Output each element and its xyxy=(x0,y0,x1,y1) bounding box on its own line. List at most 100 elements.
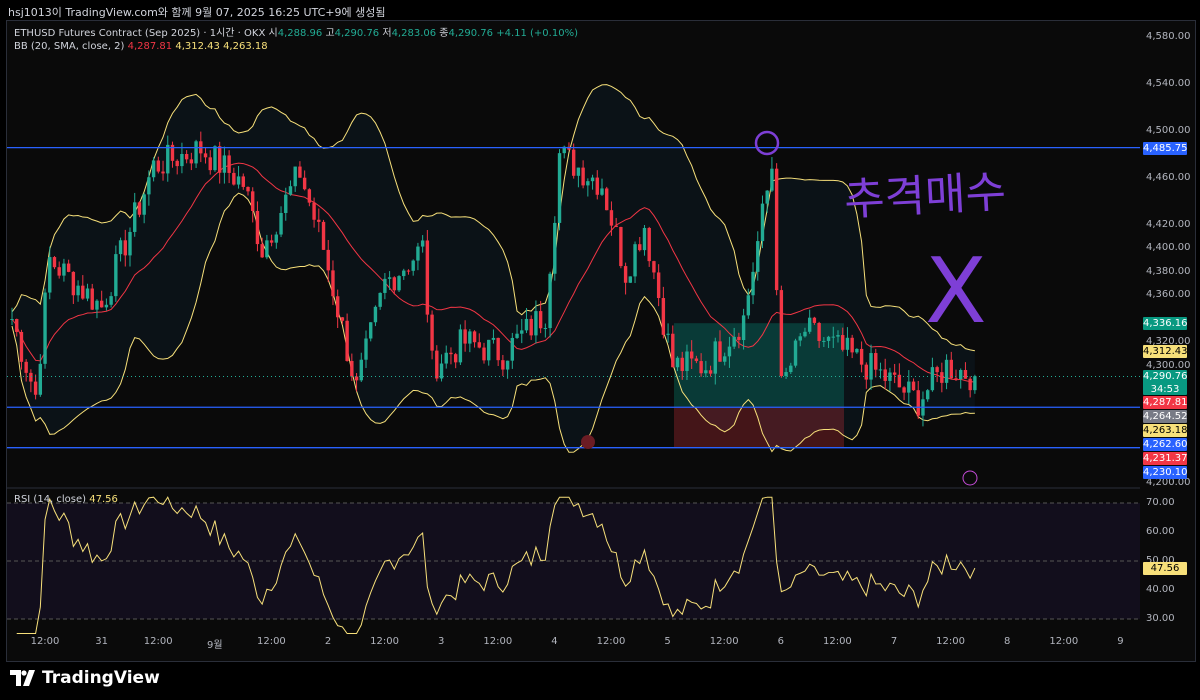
candle-body xyxy=(770,168,774,191)
candle-body xyxy=(614,225,618,227)
candle-body xyxy=(430,314,434,351)
low-label: 저 xyxy=(382,28,392,39)
candle-body xyxy=(902,387,906,393)
candle-body xyxy=(623,266,628,283)
price-chart[interactable]: 추격매수 X xyxy=(0,0,1200,700)
rsi-legend[interactable]: RSI (14, close) 47.56 xyxy=(14,494,118,505)
event-marker xyxy=(581,435,595,449)
price-axis-label: 4,500.00 xyxy=(1146,124,1191,136)
candle-body xyxy=(628,276,633,283)
rsi-label: RSI (14, close) xyxy=(14,494,87,505)
candle-body xyxy=(194,141,198,164)
candle-body xyxy=(973,376,977,391)
candle-body xyxy=(260,244,264,258)
candle-body xyxy=(373,306,378,323)
candle-body xyxy=(609,210,614,226)
candle-body xyxy=(52,257,57,268)
candle-body xyxy=(482,347,486,361)
candle-body xyxy=(350,360,354,377)
price-axis-label: 4,420.00 xyxy=(1146,218,1191,230)
candle-body xyxy=(29,372,33,382)
rsi-axis-label: 60.00 xyxy=(1146,526,1175,537)
time-axis-label: 12:00 xyxy=(709,636,739,647)
candle-body xyxy=(57,267,61,276)
rsi-value: 47.56 xyxy=(89,494,118,505)
candle-body xyxy=(496,337,500,361)
candle-body xyxy=(118,240,123,255)
rsi-axis-label: 30.00 xyxy=(1146,613,1175,624)
candle-body xyxy=(288,186,293,195)
tradingview-logo[interactable]: TradingView xyxy=(10,668,160,688)
chart-legend: ETHUSD Futures Contract (Sep 2025) · 1시간… xyxy=(14,27,578,53)
time-axis-label: 12:00 xyxy=(1049,636,1079,647)
candle-body xyxy=(666,333,670,335)
candle-body xyxy=(383,278,387,293)
candle-body xyxy=(345,320,349,361)
candle-body xyxy=(892,372,897,375)
time-axis-label: 9월 xyxy=(207,640,223,651)
time-axis-label: 12:00 xyxy=(483,636,513,647)
candle-body xyxy=(317,219,321,222)
candle-body xyxy=(217,146,222,173)
candle-body xyxy=(326,249,330,271)
candle-body xyxy=(822,340,826,342)
time-axis-label: 9 xyxy=(1117,636,1124,647)
price-axis-label: 4,580.00 xyxy=(1146,31,1191,42)
candle-body xyxy=(161,171,165,174)
bb-label[interactable]: BB (20, SMA, close, 2) xyxy=(14,41,124,52)
candle-body xyxy=(911,381,916,391)
candle-body xyxy=(166,144,170,174)
price-axis-label: 4,460.00 xyxy=(1146,171,1191,183)
candle-body xyxy=(581,167,585,186)
candle-body xyxy=(590,177,595,182)
candle-body xyxy=(718,341,722,362)
candle-body xyxy=(255,210,260,245)
candle-body xyxy=(71,271,76,296)
candle-body xyxy=(557,153,562,223)
candle-body xyxy=(916,390,920,416)
candle-body xyxy=(487,339,491,361)
candle-body xyxy=(874,353,878,370)
candle-body xyxy=(425,240,430,315)
candle-body xyxy=(387,277,392,279)
candle-body xyxy=(850,337,854,353)
symbol-label[interactable]: ETHUSD Futures Contract (Sep 2025) · 1시간… xyxy=(14,28,265,39)
candle-body xyxy=(694,358,699,362)
time-axis-label: 4 xyxy=(551,636,558,647)
candle-body xyxy=(274,234,279,243)
time-axis-label: 12:00 xyxy=(30,636,60,647)
candle-body xyxy=(949,359,953,379)
candle-body xyxy=(222,155,227,173)
candle-body xyxy=(652,261,656,273)
candle-body xyxy=(543,328,548,330)
candle-body xyxy=(586,181,590,186)
candle-body xyxy=(963,370,968,379)
candle-body xyxy=(704,370,708,374)
candle-body xyxy=(680,357,684,371)
candle-body xyxy=(836,335,840,337)
candle-body xyxy=(553,222,557,274)
candle-body xyxy=(369,322,373,339)
time-axis-label: 5 xyxy=(664,636,671,647)
candle-body xyxy=(147,177,151,195)
candle-body xyxy=(293,166,297,187)
candle-body xyxy=(241,176,245,187)
candle-body xyxy=(878,369,883,371)
candle-body xyxy=(812,317,817,323)
candle-body xyxy=(779,290,784,376)
price-badge: 4,264.52 xyxy=(1143,410,1188,424)
candle-body xyxy=(803,331,807,337)
candle-body xyxy=(685,351,689,371)
candle-body xyxy=(968,378,972,391)
time-axis-label: 2 xyxy=(324,636,332,647)
high-label: 고 xyxy=(325,28,335,39)
candle-body xyxy=(269,240,274,243)
alert-icon xyxy=(962,470,978,486)
candle-body xyxy=(647,227,651,262)
candle-body xyxy=(605,188,609,211)
candle-body xyxy=(737,336,741,341)
candle-body xyxy=(137,202,142,215)
candle-body xyxy=(76,285,80,296)
candle-body xyxy=(321,221,326,250)
candle-body xyxy=(180,153,184,167)
